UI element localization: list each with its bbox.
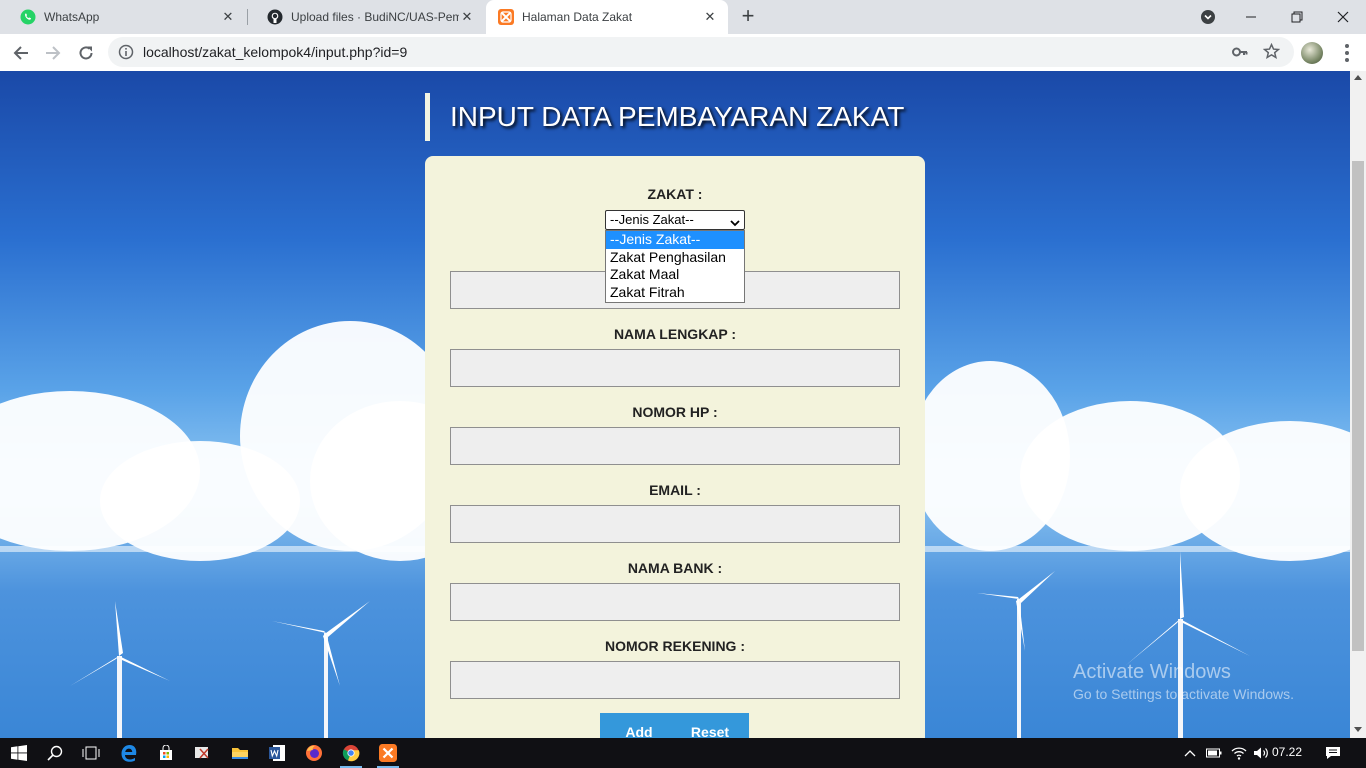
browser-toolbar: localhost/zakat_kelompok4/input.php?id=9	[0, 34, 1366, 72]
tab-label: Upload files · BudiNC/UAS-Pemrog	[291, 10, 459, 24]
new-tab-button[interactable]: +	[737, 5, 759, 27]
minimize-icon[interactable]	[1228, 0, 1274, 34]
windows-taskbar: 07.22	[0, 738, 1366, 768]
nama-bank-label: NAMA BANK :	[627, 560, 723, 576]
zakat-form: ZAKAT : --Jenis Zakat-- NAMA LENGKAP : N…	[425, 156, 925, 738]
restore-icon[interactable]	[1274, 0, 1320, 34]
xampp-taskbar-icon[interactable]	[373, 738, 403, 768]
wifi-icon[interactable]	[1229, 738, 1249, 768]
windows-start-icon[interactable]	[6, 738, 32, 768]
wind-turbine-icon	[1125, 551, 1250, 738]
file-explorer-icon[interactable]	[226, 738, 254, 768]
task-view-icon[interactable]	[78, 738, 104, 768]
watermark-title: Activate Windows	[1073, 661, 1231, 683]
nama-lengkap-field[interactable]	[450, 349, 900, 387]
tab-halaman-data-zakat[interactable]: Halaman Data Zakat ✕	[486, 0, 728, 34]
github-icon	[267, 9, 283, 25]
chevron-up-icon[interactable]	[1180, 738, 1200, 768]
key-icon[interactable]	[1232, 45, 1248, 64]
info-icon[interactable]	[118, 44, 134, 65]
taskbar-clock[interactable]: 07.22	[1272, 745, 1302, 759]
wind-turbine-icon	[977, 571, 1055, 738]
whatsapp-icon	[20, 9, 36, 25]
tab-label: Halaman Data Zakat	[522, 10, 633, 24]
search-icon[interactable]	[42, 738, 68, 768]
address-bar[interactable]: localhost/zakat_kelompok4/input.php?id=9	[108, 37, 1294, 67]
scroll-up-arrow-icon[interactable]	[1354, 75, 1362, 80]
zakat-dropdown-list: --Jenis Zakat-- Zakat Penghasilan Zakat …	[605, 230, 745, 303]
battery-icon[interactable]	[1204, 738, 1224, 768]
scroll-down-arrow-icon[interactable]	[1354, 727, 1362, 732]
page-scrollbar[interactable]	[1350, 71, 1366, 738]
snipping-tool-icon[interactable]	[189, 738, 217, 768]
reset-button[interactable]: Reset	[671, 713, 749, 738]
xampp-icon	[498, 9, 514, 25]
wind-turbine-icon	[70, 601, 170, 738]
notification-center-icon[interactable]	[1322, 738, 1344, 768]
close-tab-icon[interactable]: ✕	[459, 9, 475, 25]
close-window-icon[interactable]	[1320, 0, 1366, 34]
page-background: INPUT DATA PEMBAYARAN ZAKAT ZAKAT : --Je…	[0, 71, 1350, 738]
nama-bank-field[interactable]	[450, 583, 900, 621]
tab-github[interactable]: Upload files · BudiNC/UAS-Pemrog ✕	[247, 0, 485, 34]
nomor-rekening-field[interactable]	[450, 661, 900, 699]
reload-icon[interactable]	[73, 40, 99, 66]
dropdown-option[interactable]: Zakat Penghasilan	[606, 249, 744, 267]
volume-icon[interactable]	[1251, 738, 1271, 768]
dropdown-option[interactable]: --Jenis Zakat--	[606, 231, 744, 249]
back-arrow-icon[interactable]	[8, 40, 34, 66]
watermark-subtitle: Go to Settings to activate Windows.	[1073, 686, 1294, 702]
dropdown-option[interactable]: Zakat Fitrah	[606, 284, 744, 302]
star-icon[interactable]	[1262, 42, 1281, 65]
firefox-icon[interactable]	[300, 738, 328, 768]
email-label: EMAIL :	[649, 482, 701, 498]
tab-label: WhatsApp	[44, 10, 100, 24]
scroll-thumb[interactable]	[1352, 161, 1364, 651]
zakat-label: ZAKAT :	[647, 186, 703, 202]
email-field[interactable]	[450, 505, 900, 543]
add-button[interactable]: Add	[600, 713, 678, 738]
close-tab-icon[interactable]: ✕	[220, 9, 236, 25]
profile-avatar[interactable]	[1301, 42, 1323, 64]
browser-tab-strip: WhatsApp ✕ Upload files · BudiNC/UAS-Pem…	[0, 0, 1366, 34]
url-text: localhost/zakat_kelompok4/input.php?id=9	[143, 44, 408, 60]
nomor-hp-label: NOMOR HP :	[632, 404, 718, 420]
word-icon[interactable]	[263, 738, 291, 768]
nama-lengkap-label: NAMA LENGKAP :	[613, 326, 737, 342]
store-icon[interactable]	[152, 738, 180, 768]
edge-icon[interactable]	[115, 738, 143, 768]
menu-kebab-icon[interactable]	[1337, 42, 1357, 64]
dropdown-option[interactable]: Zakat Maal	[606, 266, 744, 284]
page-title: INPUT DATA PEMBAYARAN ZAKAT	[450, 101, 905, 132]
activate-windows-watermark: Activate Windows Go to Settings to activ…	[1073, 661, 1294, 702]
tab-search-icon[interactable]	[1185, 0, 1231, 34]
tab-whatsapp[interactable]: WhatsApp ✕	[0, 0, 246, 34]
forward-arrow-icon[interactable]	[40, 40, 66, 66]
zakat-select-value: --Jenis Zakat--	[610, 212, 694, 227]
nomor-rekening-label: NOMOR REKENING :	[605, 638, 745, 654]
zakat-type-select[interactable]: --Jenis Zakat--	[605, 210, 745, 230]
chevron-down-icon	[730, 215, 740, 230]
wind-turbine-icon	[272, 601, 370, 738]
nomor-hp-field[interactable]	[450, 427, 900, 465]
page-title-box: INPUT DATA PEMBAYARAN ZAKAT	[425, 93, 930, 141]
chrome-icon[interactable]	[336, 738, 366, 768]
close-tab-icon[interactable]: ✕	[702, 9, 718, 25]
